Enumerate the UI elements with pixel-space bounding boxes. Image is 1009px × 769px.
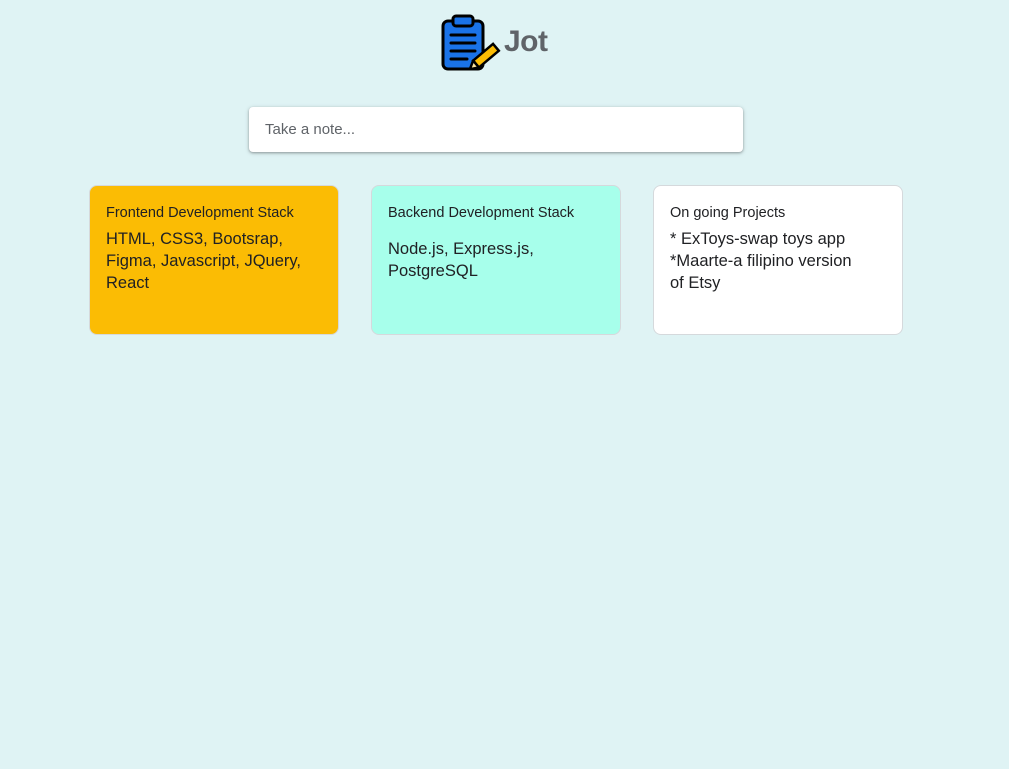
app-title: Jot bbox=[504, 25, 548, 58]
notes-grid: Frontend Development Stack HTML, CSS3, B… bbox=[89, 185, 903, 335]
note-composer bbox=[249, 107, 743, 152]
clipboard-pencil-icon bbox=[441, 14, 501, 71]
note-title: Backend Development Stack bbox=[388, 205, 575, 221]
note-title: Frontend Development Stack bbox=[106, 205, 294, 221]
note-body: HTML, CSS3, Bootsrap, Figma, Javascript,… bbox=[106, 230, 301, 292]
note-body: * ExToys-swap toys app *Maarte-a filipin… bbox=[670, 230, 852, 292]
app-header: Jot bbox=[440, 13, 548, 75]
note-body: Node.js, Express.js, PostgreSQL bbox=[388, 240, 534, 280]
take-note-input[interactable] bbox=[255, 107, 737, 152]
note-card[interactable]: Backend Development Stack Node.js, Expre… bbox=[371, 185, 621, 335]
note-title: On going Projects bbox=[670, 205, 786, 221]
note-card[interactable]: Frontend Development Stack HTML, CSS3, B… bbox=[89, 185, 339, 335]
note-card[interactable]: On going Projects * ExToys-swap toys app… bbox=[653, 185, 903, 335]
